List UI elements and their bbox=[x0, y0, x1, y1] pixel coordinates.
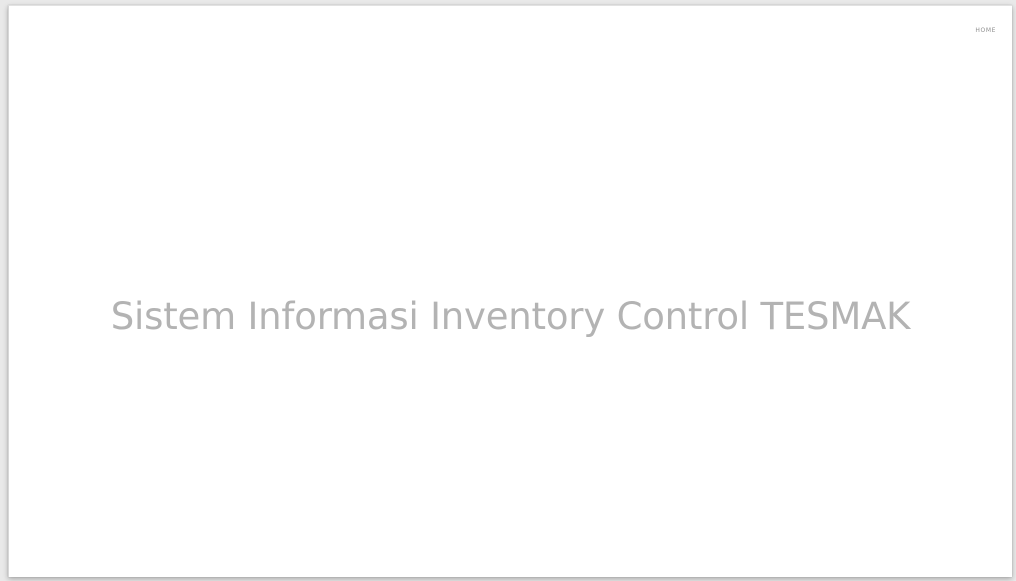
page-title: Sistem Informasi Inventory Control TESMA… bbox=[110, 294, 911, 338]
nav-home-link[interactable]: HOME bbox=[975, 27, 996, 34]
app-window: HOME Sistem Informasi Inventory Control … bbox=[8, 5, 1012, 577]
